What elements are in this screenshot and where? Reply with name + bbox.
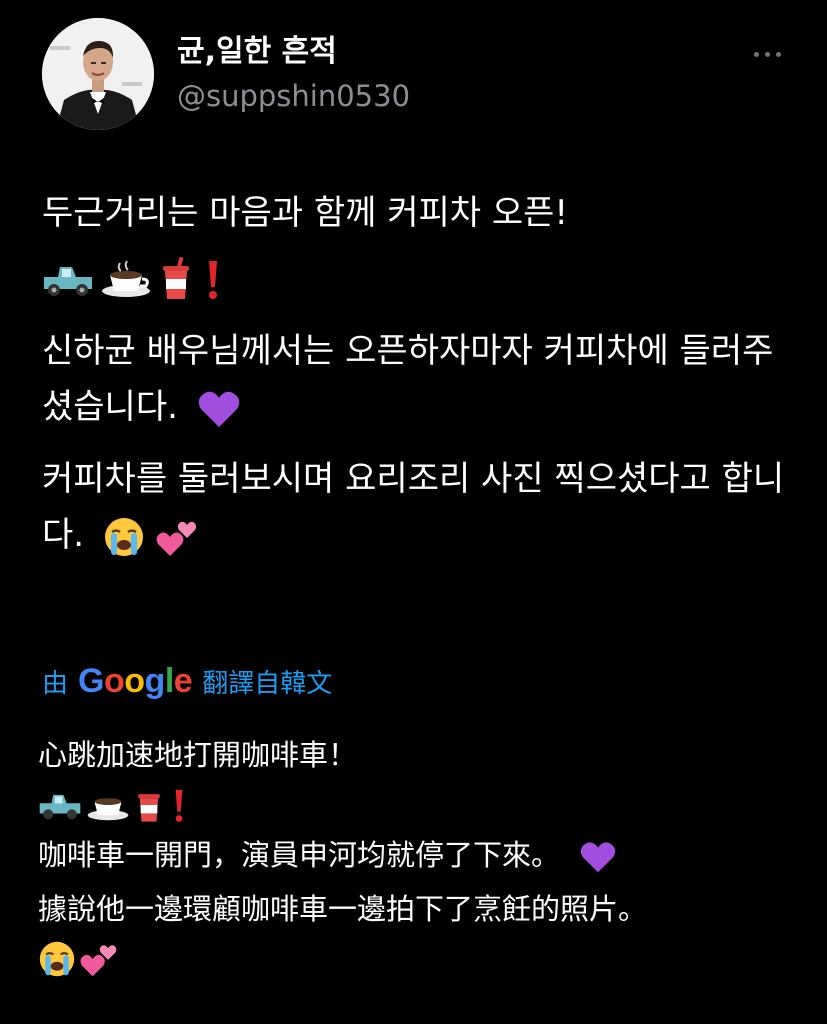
- cup-with-straw-icon: [138, 794, 160, 822]
- tweet-text-line: 신하균 배우님께서는 오픈하자마자 커피차에 들러주셨습니다.: [42, 323, 802, 435]
- translation-prefix: 由: [42, 669, 69, 699]
- purple-heart-icon: [581, 842, 616, 873]
- red-exclamation-icon: [209, 261, 217, 299]
- translated-text: 心跳加速地打開咖啡車！ 咖啡車一開門，演員申河均就停了下來。 據說他一邊環顧咖啡…: [38, 732, 808, 986]
- loudly-crying-face-icon: [104, 517, 143, 556]
- tweet-body: 두근거리는 마음과 함께 커피차 오픈! 신하균 배우님께서는 오픈하자마자 커…: [42, 185, 802, 579]
- dot: [754, 51, 759, 57]
- avatar[interactable]: [42, 18, 154, 130]
- red-exclamation-icon: [175, 789, 183, 822]
- tweet-text: 신하균 배우님께서는 오픈하자마자 커피차에 들러주셨습니다.: [42, 331, 774, 427]
- tweet-header: 균,일한 흔적 @suppshin0530: [42, 18, 802, 130]
- display-name[interactable]: 균,일한 흔적: [177, 32, 410, 72]
- google-logo: Google: [78, 662, 193, 700]
- dot: [765, 51, 770, 57]
- cup-with-straw-icon: [163, 257, 189, 299]
- emoji-row: [38, 940, 808, 978]
- pickup-truck-icon: [44, 267, 92, 296]
- translation-suffix: 翻譯自韓文: [202, 669, 333, 699]
- purple-heart-icon: [198, 391, 239, 427]
- translated-text-segment: 咖啡車一開門，演員申河均就停了下來。: [38, 838, 561, 872]
- dot: [776, 51, 781, 57]
- translated-by-google[interactable]: 由 Google 翻譯自韓文: [42, 662, 332, 701]
- two-hearts-icon: [156, 521, 196, 556]
- translated-line: 咖啡車一開門，演員申河均就停了下來。: [38, 832, 808, 878]
- tweet-text: 커피차를 둘러보시며 요리조리 사진 찍으셨다고 합니다.: [42, 459, 785, 555]
- user-handle[interactable]: @suppshin0530: [177, 76, 410, 116]
- emoji-row: [42, 257, 802, 301]
- translated-line: 據說他一邊環顧咖啡車一邊拍下了烹飪的照片。: [38, 892, 648, 926]
- user-names: 균,일한 흔적 @suppshin0530: [177, 32, 410, 116]
- loudly-crying-face-icon: [39, 941, 75, 977]
- tweet-text-line: 두근거리는 마음과 함께 커피차 오픈!: [42, 193, 569, 233]
- translated-line: 心跳加速地打開咖啡車！: [38, 738, 358, 772]
- two-hearts-icon: [80, 945, 117, 977]
- pickup-truck-icon: [39, 794, 81, 820]
- hot-coffee-icon: [102, 260, 150, 297]
- hot-coffee-icon: [87, 798, 129, 821]
- emoji-row: [38, 786, 808, 824]
- more-options-icon[interactable]: [754, 48, 784, 60]
- tweet-text-line: 커피차를 둘러보시며 요리조리 사진 찍으셨다고 합니다.: [42, 451, 802, 563]
